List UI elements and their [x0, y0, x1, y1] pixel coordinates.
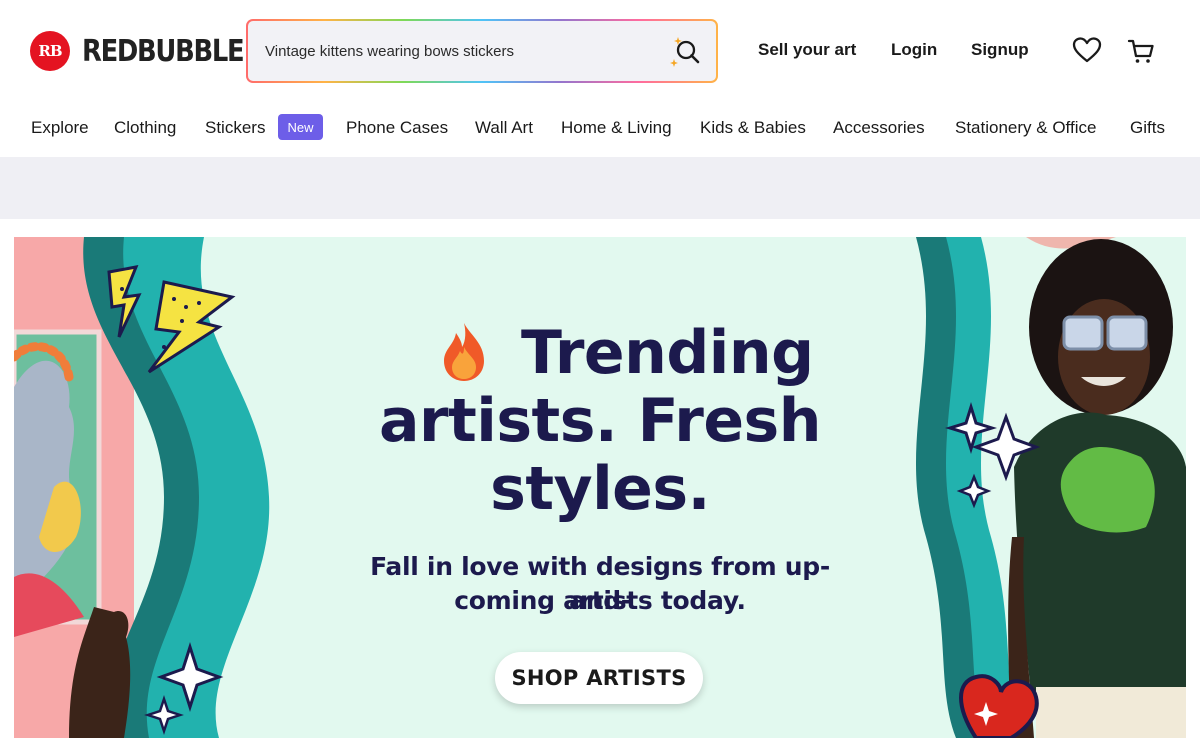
logo-badge: RB — [30, 31, 70, 71]
cart-icon[interactable] — [1127, 37, 1155, 65]
search-bar[interactable]: Vintage kittens wearing bows stickers — [246, 19, 718, 83]
promo-strip — [0, 157, 1200, 219]
nav-stickers[interactable]: Stickers — [205, 118, 265, 138]
hero-title-line-3: styles. — [490, 454, 710, 524]
hero-subtitle-line-2: coming artists today. — [454, 586, 746, 615]
site-header: RB REDBUBBLE Vintage kittens wearing bow… — [0, 0, 1200, 100]
login-link[interactable]: Login — [891, 40, 937, 60]
hero-banner[interactable]: Trending artists. Fresh styles. Fall in … — [14, 237, 1186, 738]
sell-your-art-link[interactable]: Sell your art — [758, 40, 856, 60]
nav-kids-babies[interactable]: Kids & Babies — [700, 118, 806, 138]
hero-title-line-2: artists. Fresh — [379, 386, 821, 456]
nav-gifts[interactable]: Gifts — [1130, 118, 1165, 138]
nav-wall-art[interactable]: Wall Art — [475, 118, 533, 138]
nav-accessories[interactable]: Accessories — [833, 118, 925, 138]
nav-phone-cases[interactable]: Phone Cases — [346, 118, 448, 138]
search-input[interactable]: Vintage kittens wearing bows stickers — [265, 43, 514, 60]
hero-title-line-1: Trending — [521, 318, 814, 388]
category-nav: Explore Clothing Stickers Phone Cases Wa… — [0, 105, 1200, 151]
shop-artists-button[interactable]: SHOP ARTISTS — [495, 652, 703, 704]
heart-icon[interactable] — [1072, 36, 1102, 64]
redbubble-logo[interactable]: RB REDBUBBLE — [30, 31, 270, 71]
nav-clothing[interactable]: Clothing — [114, 118, 176, 138]
nav-explore[interactable]: Explore — [31, 118, 89, 138]
signup-link[interactable]: Signup — [971, 40, 1029, 60]
logo-wordmark: REDBUBBLE — [82, 33, 245, 69]
search-icon[interactable] — [670, 36, 702, 68]
nav-home-living[interactable]: Home & Living — [561, 118, 672, 138]
nav-stationery-office[interactable]: Stationery & Office — [955, 118, 1096, 138]
new-badge: New — [278, 114, 323, 140]
